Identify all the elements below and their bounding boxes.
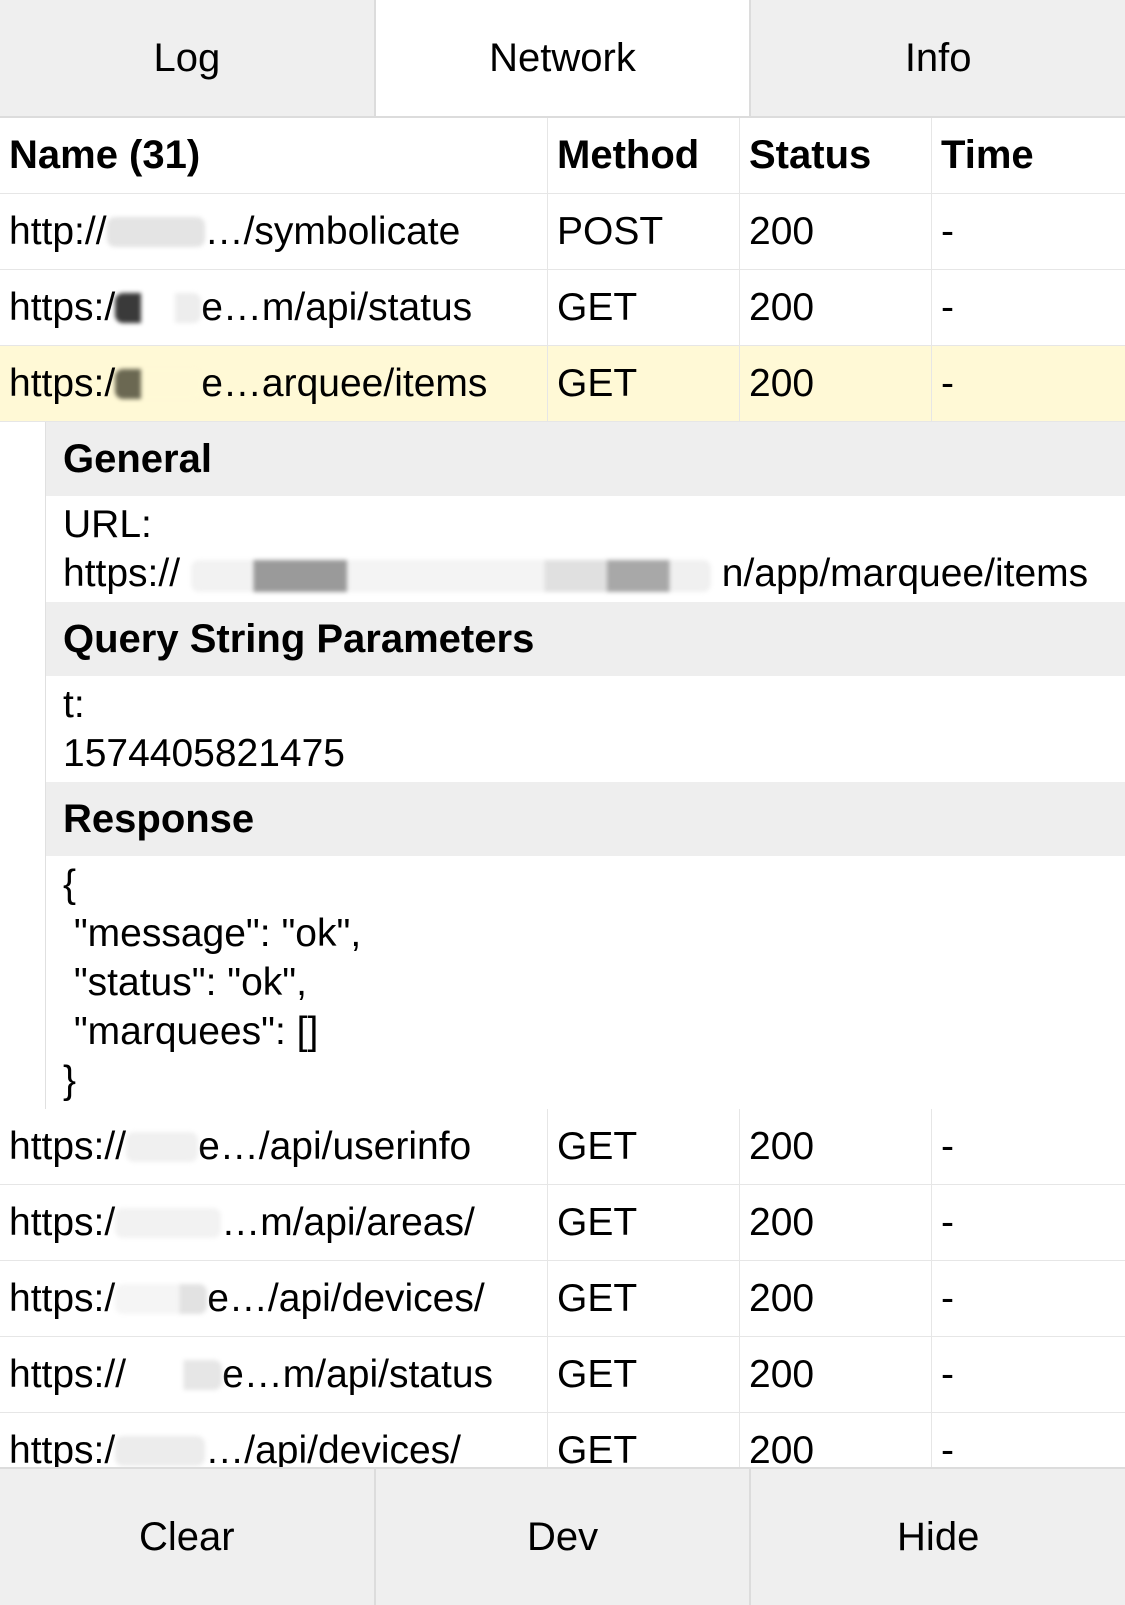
request-url-prefix: https://	[9, 1124, 127, 1168]
request-url-prefix: https:/	[9, 285, 116, 329]
table-row[interactable]: https:/ e…/api/devices/ GET 200 -	[0, 1261, 1125, 1337]
redacted-host	[190, 559, 711, 592]
request-method: POST	[548, 194, 740, 269]
query-value[interactable]: 1574405821475	[63, 729, 1108, 778]
section-query-body: t: 1574405821475	[46, 676, 1125, 782]
column-header-method: Method	[548, 118, 740, 193]
table-row[interactable]: https:/ e…m/api/status GET 200 -	[0, 270, 1125, 346]
query-key: t:	[63, 683, 85, 726]
redacted-host	[115, 1435, 206, 1466]
request-name: http:// …/symbolicate	[0, 194, 548, 269]
tab-info[interactable]: Info	[751, 0, 1125, 116]
request-time: -	[941, 209, 954, 253]
clear-button[interactable]: Clear	[0, 1469, 376, 1605]
column-header-time: Time	[941, 133, 1034, 177]
section-response-title: Response	[46, 782, 1125, 856]
hide-button[interactable]: Hide	[751, 1469, 1125, 1605]
request-url-prefix: https:/	[9, 361, 116, 405]
request-status: 200	[740, 1261, 932, 1336]
section-general-title: General	[46, 422, 1125, 496]
request-status: 200	[740, 270, 932, 345]
request-url-suffix: …m/api/areas/	[221, 1200, 475, 1244]
request-method: GET	[548, 1337, 740, 1412]
request-method: GET	[548, 346, 740, 421]
request-url-prefix: http://	[9, 209, 107, 253]
request-name: https:/ e…/api/devices/	[0, 1261, 548, 1336]
request-url-suffix: e…arquee/items	[201, 361, 488, 405]
section-general-body: URL: https:// n/app/marquee/items	[46, 496, 1125, 602]
redacted-host	[115, 368, 202, 399]
request-name: https:/ e…m/api/status	[0, 270, 548, 345]
request-time: -	[941, 1428, 954, 1470]
request-url-suffix: …/api/devices/	[205, 1428, 462, 1470]
network-panel: Name (31) Method Status Time http:// …/s…	[0, 118, 1125, 1469]
bottom-toolbar: Clear Dev Hide	[0, 1467, 1125, 1605]
request-url-prefix: https:/	[9, 1200, 116, 1244]
top-tab-bar: Log Network Info	[0, 0, 1125, 118]
request-time: -	[941, 1124, 954, 1168]
request-url-prefix: https://	[9, 1352, 127, 1396]
request-url-prefix: https:/	[9, 1276, 116, 1320]
redacted-host	[115, 292, 202, 323]
table-row[interactable]: http:// …/symbolicate POST 200 -	[0, 194, 1125, 270]
request-method: GET	[548, 1261, 740, 1336]
table-header: Name (31) Method Status Time	[0, 118, 1125, 194]
url-suffix: n/app/marquee/items	[721, 552, 1089, 595]
redacted-host	[115, 1283, 208, 1314]
request-url-suffix: …/symbolicate	[204, 209, 461, 253]
redacted-host	[126, 1131, 199, 1162]
request-url-prefix: https:/	[9, 1428, 116, 1470]
request-url-suffix: e…/api/userinfo	[198, 1124, 472, 1168]
url-prefix: https://	[63, 552, 181, 595]
tab-network[interactable]: Network	[375, 0, 752, 116]
column-header-status: Status	[740, 118, 932, 193]
request-url-suffix: e…/api/devices/	[207, 1276, 485, 1320]
request-name: https:/ …/api/devices/	[0, 1413, 548, 1469]
request-method: GET	[548, 1109, 740, 1184]
request-name: https:// e…/api/userinfo	[0, 1109, 548, 1184]
request-name: https:// e…m/api/status	[0, 1337, 548, 1412]
request-time: -	[941, 285, 954, 329]
redacted-host	[126, 1359, 223, 1390]
url-key: URL:	[63, 503, 152, 546]
request-status: 200	[740, 1413, 932, 1469]
request-status: 200	[740, 1337, 932, 1412]
request-time: -	[941, 1200, 954, 1244]
request-detail: General URL: https:// n/app/marquee/item…	[45, 422, 1125, 1109]
request-name: https:/ e…arquee/items	[0, 346, 548, 421]
request-time: -	[941, 1352, 954, 1396]
request-status: 200	[740, 194, 932, 269]
table-row[interactable]: https:// e…/api/userinfo GET 200 -	[0, 1109, 1125, 1185]
redacted-host	[115, 1207, 222, 1238]
table-row[interactable]: https:// e…m/api/status GET 200 -	[0, 1337, 1125, 1413]
section-query-title: Query String Parameters	[46, 602, 1125, 676]
dev-button[interactable]: Dev	[376, 1469, 752, 1605]
response-json[interactable]: { "message": "ok", "status": "ok", "marq…	[63, 860, 1108, 1105]
request-status: 200	[740, 1185, 932, 1260]
tab-log[interactable]: Log	[0, 0, 376, 116]
column-header-name: Name (31)	[0, 118, 548, 193]
request-status: 200	[740, 1109, 932, 1184]
table-row-selected[interactable]: https:/ e…arquee/items GET 200 -	[0, 346, 1125, 422]
request-url-suffix: e…m/api/status	[201, 285, 473, 329]
request-time: -	[941, 361, 954, 405]
redacted-host	[106, 216, 205, 247]
request-time: -	[941, 1276, 954, 1320]
url-value[interactable]: https:// n/app/marquee/items	[63, 549, 1108, 598]
request-url-suffix: e…m/api/status	[222, 1352, 494, 1396]
section-response-body: { "message": "ok", "status": "ok", "marq…	[46, 856, 1125, 1109]
request-method: GET	[548, 1185, 740, 1260]
request-method: GET	[548, 1413, 740, 1469]
request-status: 200	[740, 346, 932, 421]
request-name: https:/ …m/api/areas/	[0, 1185, 548, 1260]
table-row[interactable]: https:/ …/api/devices/ GET 200 -	[0, 1413, 1125, 1469]
request-method: GET	[548, 270, 740, 345]
table-row[interactable]: https:/ …m/api/areas/ GET 200 -	[0, 1185, 1125, 1261]
